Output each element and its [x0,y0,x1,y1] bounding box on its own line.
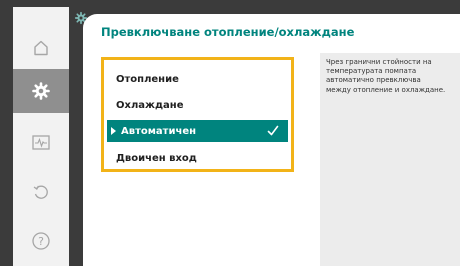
option-cooling[interactable]: Охлаждане [107,94,288,116]
page-title: Превключване отопление/охлаждане [101,25,355,39]
help-text: Чрез гранични стойности на температурата… [326,58,446,94]
svg-text:?: ? [38,235,44,248]
pump-display: ? Превключване отопление/охлаждане Отопл… [0,0,460,266]
nav-diagnostics-button[interactable] [13,121,69,165]
options-list: Отопление Охлаждане Автоматичен Двоичен … [101,57,294,172]
option-automatic[interactable]: Автоматичен [107,120,288,142]
help-pane: Чрез гранични стойности на температурата… [320,53,460,266]
nav-settings-button[interactable] [13,69,69,113]
help-icon: ? [32,232,50,250]
gear-icon [32,82,50,100]
option-label: Охлаждане [116,99,184,111]
option-label: Отопление [116,73,179,85]
nav-back-button[interactable] [13,170,69,214]
diagnostics-monitor-icon [32,135,50,150]
option-label: Двоичен вход [116,152,197,164]
settings-panel: Превключване отопление/охлаждане Отоплен… [83,14,460,266]
option-binary-input[interactable]: Двоичен вход [107,147,288,169]
navigation-rail: ? [13,7,69,266]
nav-help-button[interactable]: ? [13,219,69,263]
undo-icon [33,185,48,199]
nav-home-button[interactable] [13,26,69,70]
option-label: Автоматичен [121,125,197,137]
home-icon [34,40,48,56]
selection-arrow-icon [111,127,116,135]
option-heating[interactable]: Отопление [107,68,288,90]
checkmark-icon [267,125,279,136]
